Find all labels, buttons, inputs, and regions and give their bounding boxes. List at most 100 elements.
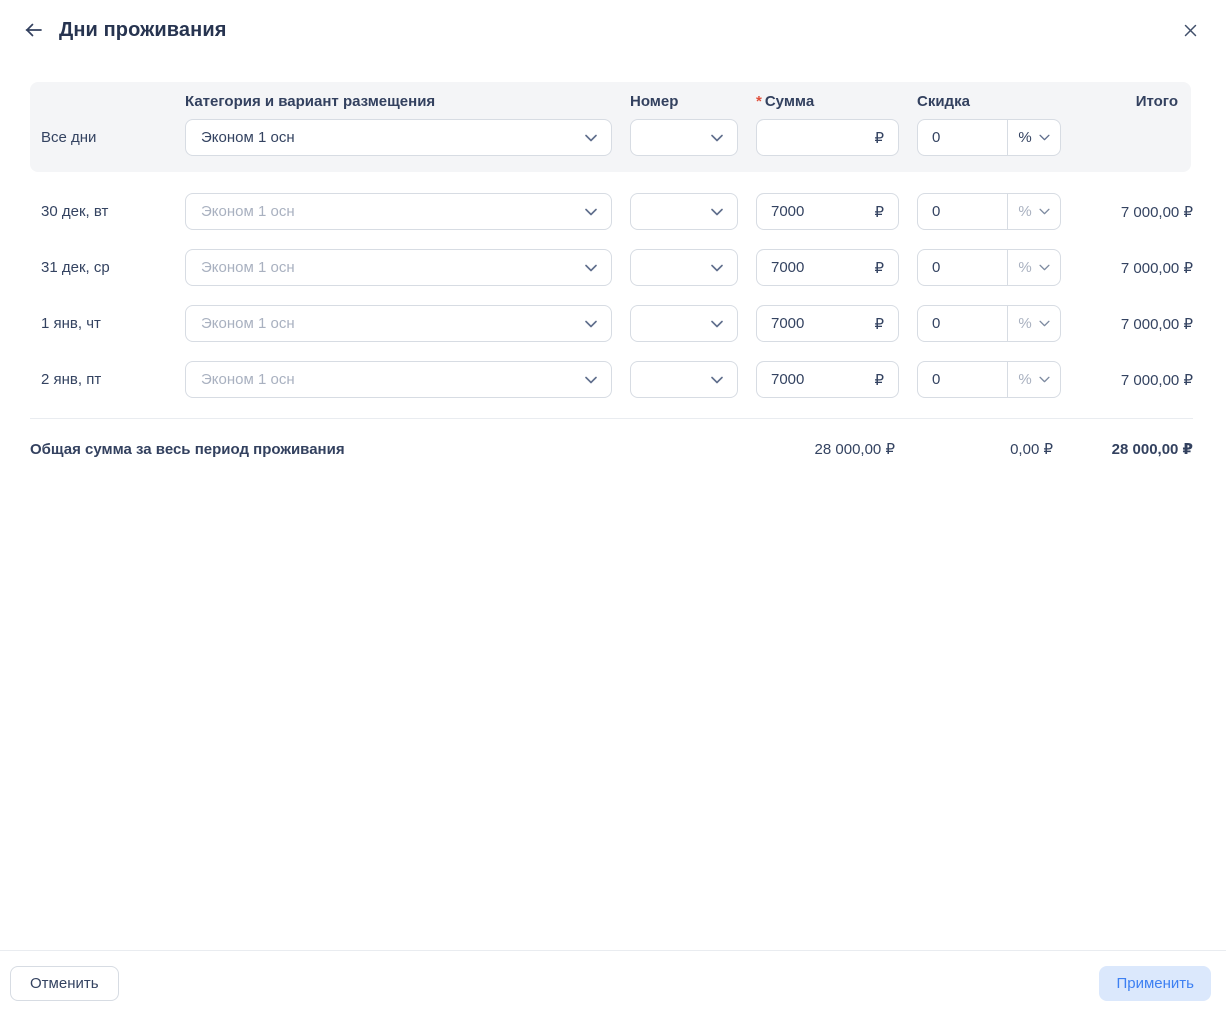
row-total: 7 000,00 ₽	[1079, 259, 1193, 277]
column-header-total: Итого	[1079, 94, 1178, 110]
all-days-panel: Категория и вариант размещения Номер *Су…	[30, 82, 1191, 172]
close-icon	[1184, 24, 1197, 37]
days-of-stay-modal: Дни проживания Категория и вариант разме…	[0, 0, 1226, 1016]
room-select[interactable]	[630, 305, 738, 342]
discount-unit-select[interactable]: %	[1007, 250, 1060, 285]
day-row: 31 дек, ср Эконом 1 осн 7000 ₽ 0 %	[30, 249, 1193, 286]
required-asterisk: *	[756, 93, 762, 110]
discount-unit-select[interactable]: %	[1007, 194, 1060, 229]
column-header-discount: Скидка	[917, 94, 1061, 110]
modal-footer: Отменить Применить	[0, 950, 1226, 1016]
column-header-room: Номер	[630, 94, 738, 110]
percent-sign: %	[1018, 315, 1031, 332]
amount-value: 7000	[771, 315, 804, 332]
category-select-placeholder: Эконом 1 осн	[201, 315, 295, 332]
chevron-down-icon	[1039, 376, 1050, 383]
day-row: 1 янв, чт Эконом 1 осн 7000 ₽ 0 %	[30, 305, 1193, 342]
discount-field: 0 %	[917, 249, 1061, 286]
chevron-down-icon	[1039, 320, 1050, 327]
day-label: 30 дек, вт	[30, 203, 167, 220]
row-total: 7 000,00 ₽	[1079, 203, 1193, 221]
category-select[interactable]: Эконом 1 осн	[185, 305, 612, 342]
all-days-label: Все дни	[30, 129, 167, 146]
amount-input[interactable]: 7000 ₽	[756, 361, 899, 398]
chevron-down-icon	[711, 208, 723, 216]
summary-amount-total: 28 000,00 ₽	[815, 440, 895, 458]
room-select[interactable]	[630, 193, 738, 230]
chevron-down-icon	[585, 134, 597, 142]
chevron-down-icon	[585, 264, 597, 272]
column-headers: Категория и вариант размещения Номер *Су…	[30, 94, 1178, 110]
category-select[interactable]: Эконом 1 осн	[185, 361, 612, 398]
summary-discount-total: 0,00 ₽	[895, 440, 1053, 458]
category-select-placeholder: Эконом 1 осн	[201, 371, 295, 388]
category-select[interactable]: Эконом 1 осн	[185, 249, 612, 286]
all-days-category-select[interactable]: Эконом 1 осн	[185, 119, 612, 156]
discount-value-input[interactable]: 0	[918, 362, 1007, 397]
category-select-placeholder: Эконом 1 осн	[201, 203, 295, 220]
summary-row: Общая сумма за весь период проживания 28…	[30, 419, 1193, 458]
amount-input[interactable]: 7000 ₽	[756, 249, 899, 286]
chevron-down-icon	[585, 320, 597, 328]
amount-input[interactable]: 7000 ₽	[756, 305, 899, 342]
column-header-amount: *Сумма	[756, 94, 899, 110]
chevron-down-icon	[711, 320, 723, 328]
row-total: 7 000,00 ₽	[1079, 315, 1193, 333]
discount-value-input[interactable]: 0	[918, 120, 1007, 155]
ruble-sign: ₽	[874, 259, 884, 277]
category-select-placeholder: Эконом 1 осн	[201, 259, 295, 276]
day-label: 31 дек, ср	[30, 259, 167, 276]
all-days-room-select[interactable]	[630, 119, 738, 156]
summary-label: Общая сумма за весь период проживания	[30, 441, 815, 458]
close-button[interactable]	[1182, 22, 1198, 38]
day-row: 2 янв, пт Эконом 1 осн 7000 ₽ 0 %	[30, 361, 1193, 398]
discount-unit-select[interactable]: %	[1007, 120, 1060, 155]
ruble-sign: ₽	[874, 129, 884, 147]
percent-sign: %	[1018, 371, 1031, 388]
all-days-row: Все дни Эконом 1 осн ₽ 0 %	[30, 119, 1178, 156]
discount-value-input[interactable]: 0	[918, 250, 1007, 285]
summary-grand-total: 28 000,00 ₽	[1053, 440, 1193, 458]
ruble-sign: ₽	[874, 315, 884, 333]
all-days-discount-field: 0 %	[917, 119, 1061, 156]
ruble-sign: ₽	[874, 203, 884, 221]
room-select[interactable]	[630, 361, 738, 398]
all-days-amount-input[interactable]: ₽	[756, 119, 899, 156]
discount-value-input[interactable]: 0	[918, 306, 1007, 341]
cancel-button[interactable]: Отменить	[10, 966, 119, 1001]
chevron-down-icon	[1039, 134, 1050, 141]
chevron-down-icon	[1039, 208, 1050, 215]
chevron-down-icon	[711, 134, 723, 142]
modal-content: Категория и вариант размещения Номер *Су…	[30, 82, 1193, 458]
amount-value: 7000	[771, 371, 804, 388]
discount-field: 0 %	[917, 193, 1061, 230]
discount-field: 0 %	[917, 361, 1061, 398]
amount-value: 7000	[771, 203, 804, 220]
category-select[interactable]: Эконом 1 осн	[185, 193, 612, 230]
day-rows: 30 дек, вт Эконом 1 осн 7000 ₽ 0 %	[30, 193, 1193, 398]
percent-sign: %	[1018, 259, 1031, 276]
discount-value-input[interactable]: 0	[918, 194, 1007, 229]
modal-header: Дни проживания	[0, 0, 1226, 42]
chevron-down-icon	[711, 376, 723, 384]
day-label: 1 янв, чт	[30, 315, 167, 332]
row-total: 7 000,00 ₽	[1079, 371, 1193, 389]
column-header-category: Категория и вариант размещения	[185, 94, 612, 110]
discount-unit-select[interactable]: %	[1007, 306, 1060, 341]
room-select[interactable]	[630, 249, 738, 286]
arrow-left-icon	[25, 23, 42, 37]
day-label: 2 янв, пт	[30, 371, 167, 388]
discount-unit-select[interactable]: %	[1007, 362, 1060, 397]
amount-value: 7000	[771, 259, 804, 276]
chevron-down-icon	[585, 208, 597, 216]
percent-sign: %	[1018, 203, 1031, 220]
ruble-sign: ₽	[874, 371, 884, 389]
discount-field: 0 %	[917, 305, 1061, 342]
category-select-value: Эконом 1 осн	[201, 129, 295, 146]
percent-sign: %	[1018, 129, 1031, 146]
day-row: 30 дек, вт Эконом 1 осн 7000 ₽ 0 %	[30, 193, 1193, 230]
back-button[interactable]	[24, 22, 42, 38]
chevron-down-icon	[585, 376, 597, 384]
amount-input[interactable]: 7000 ₽	[756, 193, 899, 230]
apply-button[interactable]: Применить	[1099, 966, 1211, 1001]
